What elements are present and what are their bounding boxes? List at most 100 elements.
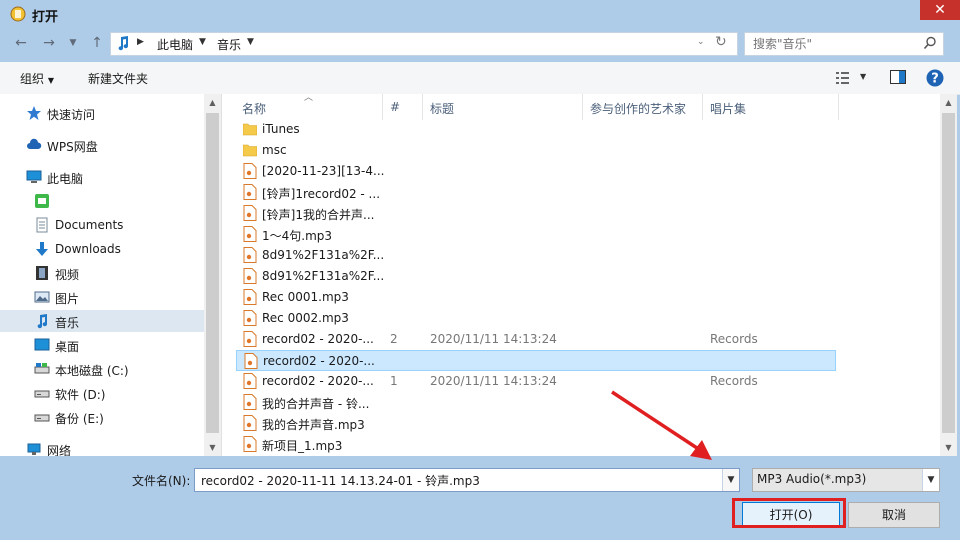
view-dropdown-icon[interactable]: ▼ <box>860 72 866 81</box>
nav-item-label: 音乐 <box>55 316 80 330</box>
scroll-down-icon[interactable]: ▼ <box>204 439 221 456</box>
address-history-chevron-icon[interactable]: ⌄ <box>697 37 705 47</box>
file-row[interactable]: [2020-11-23][13-4... <box>236 161 836 182</box>
close-icon: ✕ <box>934 2 946 18</box>
forward-button[interactable]: → <box>38 33 60 53</box>
back-button[interactable]: ← <box>10 33 32 53</box>
scroll-down-icon[interactable]: ▼ <box>940 439 957 456</box>
scroll-thumb[interactable] <box>206 113 219 433</box>
file-row[interactable]: iTunes <box>236 119 836 140</box>
scroll-up-icon[interactable]: ▲ <box>940 94 957 111</box>
file-row[interactable]: [铃声]1我的合并声... <box>236 203 836 224</box>
nav-item-wps-drive[interactable]: WPS网盘 <box>0 134 204 156</box>
file-number: 1 <box>390 374 398 388</box>
address-bar[interactable]: ▶ 此电脑 ▼ 音乐 ▼ ⌄ ↻ <box>110 32 738 56</box>
nav-item-quick-access[interactable]: 快速访问 <box>0 102 204 124</box>
file-row[interactable]: 1～4句.mp3 <box>236 224 836 245</box>
file-row[interactable]: 8d91%2F131a%2F... <box>236 266 836 287</box>
audio-file-icon <box>243 289 257 305</box>
file-row[interactable]: record02 - 2020-... 1 2020/11/11 14:13:24 R… <box>236 371 836 392</box>
help-icon[interactable]: ? <box>926 69 944 87</box>
picture-icon <box>34 291 50 303</box>
file-date: 2020/11/11 14:13:24 <box>430 374 557 388</box>
up-button[interactable]: ↑ <box>86 33 108 53</box>
search-box[interactable] <box>744 32 944 56</box>
nav-item-label: WPS网盘 <box>47 140 98 154</box>
breadcrumb-music[interactable]: 音乐 <box>217 36 241 53</box>
filename-dropdown-button[interactable]: ▼ <box>722 469 739 491</box>
file-scrollbar[interactable]: ▲ ▼ <box>940 94 957 456</box>
nav-item-this-pc[interactable]: 此电脑 <box>0 166 204 188</box>
video-icon <box>36 266 48 280</box>
organize-button[interactable]: 组织 ▼ <box>20 70 54 87</box>
file-row[interactable]: record02 - 2020-... 2 2020/11/11 14:13:24 R… <box>236 329 836 350</box>
column-separator[interactable] <box>422 94 423 120</box>
nav-item-documents[interactable]: Documents <box>0 214 204 236</box>
cancel-button[interactable]: 取消 <box>848 502 940 528</box>
column-separator[interactable] <box>838 94 839 120</box>
scroll-thumb[interactable] <box>942 113 955 433</box>
file-name: Rec 0001.mp3 <box>262 290 349 304</box>
nav-item-downloads[interactable]: Downloads <box>0 238 204 260</box>
filename-combobox[interactable]: ▼ <box>194 468 740 492</box>
folder-icon <box>243 123 257 136</box>
column-separator[interactable] <box>702 94 703 120</box>
search-icon[interactable] <box>923 36 937 50</box>
nav-item-label: 快速访问 <box>47 108 96 122</box>
nav-item-drive-e[interactable]: 备份 (E:) <box>0 406 204 428</box>
preview-pane-icon[interactable] <box>890 70 906 84</box>
svg-text:?: ? <box>931 72 939 87</box>
organize-label: 组织 <box>20 72 45 86</box>
file-row[interactable]: 我的合并声音.mp3 <box>236 413 836 434</box>
drive-icon <box>34 414 50 422</box>
filename-label: 文件名(N): <box>132 474 191 488</box>
nav-item-drive-d[interactable]: 软件 (D:) <box>0 382 204 404</box>
chevron-down-icon: ▼ <box>47 76 54 85</box>
refresh-icon[interactable]: ↻ <box>715 34 727 50</box>
nav-item-label: 备份 (E:) <box>55 412 104 426</box>
file-name: 我的合并声音 - 铃... <box>262 397 370 411</box>
nav-scrollbar[interactable]: ▲ ▼ <box>204 94 221 456</box>
nav-item-desktop[interactable]: 桌面 <box>0 334 204 356</box>
new-folder-button[interactable]: 新建文件夹 <box>88 70 148 87</box>
file-row[interactable]: Rec 0001.mp3 <box>236 287 836 308</box>
recent-locations-button[interactable]: ▼ <box>62 33 84 53</box>
desktop-icon <box>34 338 50 351</box>
breadcrumb-this-pc[interactable]: 此电脑 <box>157 36 193 53</box>
file-name: Rec 0002.mp3 <box>262 311 349 325</box>
file-album: Records <box>710 332 758 346</box>
filename-input[interactable] <box>199 471 723 489</box>
file-row[interactable]: 新项目_1.mp3 <box>236 434 836 455</box>
nav-item-music[interactable]: 音乐 <box>0 310 204 332</box>
filetype-value: MP3 Audio(*.mp3) <box>757 472 867 486</box>
app-icon <box>10 6 26 22</box>
filetype-select[interactable]: MP3 Audio(*.mp3) ▼ <box>752 468 940 492</box>
file-row[interactable]: 8d91%2F131a%2F... <box>236 245 836 266</box>
close-button[interactable]: ✕ <box>920 0 960 20</box>
column-separator[interactable] <box>382 94 383 120</box>
file-name: [铃声]1record02 - ... <box>262 187 381 201</box>
scroll-up-icon[interactable]: ▲ <box>204 94 221 111</box>
nav-item-device[interactable] <box>0 190 204 212</box>
search-input[interactable] <box>751 35 925 53</box>
file-row[interactable]: 我的合并声音 - 铃... <box>236 392 836 413</box>
music-note-icon <box>118 36 129 51</box>
file-list-pane: ︿ 名称 # 标题 参与创作的艺术家 唱片集 iTunes msc [2020-11… <box>222 93 940 456</box>
audio-file-icon <box>243 331 257 347</box>
filetype-dropdown-button[interactable]: ▼ <box>922 469 939 491</box>
file-row[interactable]: msc <box>236 140 836 161</box>
chevron-down-icon[interactable]: ▼ <box>247 37 254 47</box>
chevron-down-icon[interactable]: ▼ <box>199 37 206 47</box>
nav-item-pictures[interactable]: 图片 <box>0 286 204 308</box>
file-row[interactable]: Rec 0002.mp3 <box>236 308 836 329</box>
chevron-down-icon: ▼ <box>927 475 935 485</box>
nav-item-videos[interactable]: 视频 <box>0 262 204 284</box>
back-arrow-icon: ← <box>15 35 27 51</box>
nav-item-drive-c[interactable]: 本地磁盘 (C:) <box>0 358 204 380</box>
audio-file-icon <box>244 353 258 369</box>
view-options-icon[interactable] <box>836 71 852 85</box>
file-row[interactable]: [铃声]1record02 - ... <box>236 182 836 203</box>
column-separator[interactable] <box>582 94 583 120</box>
file-row[interactable]: record02 - 2020-... <box>236 350 836 371</box>
highlight-box <box>732 498 846 528</box>
